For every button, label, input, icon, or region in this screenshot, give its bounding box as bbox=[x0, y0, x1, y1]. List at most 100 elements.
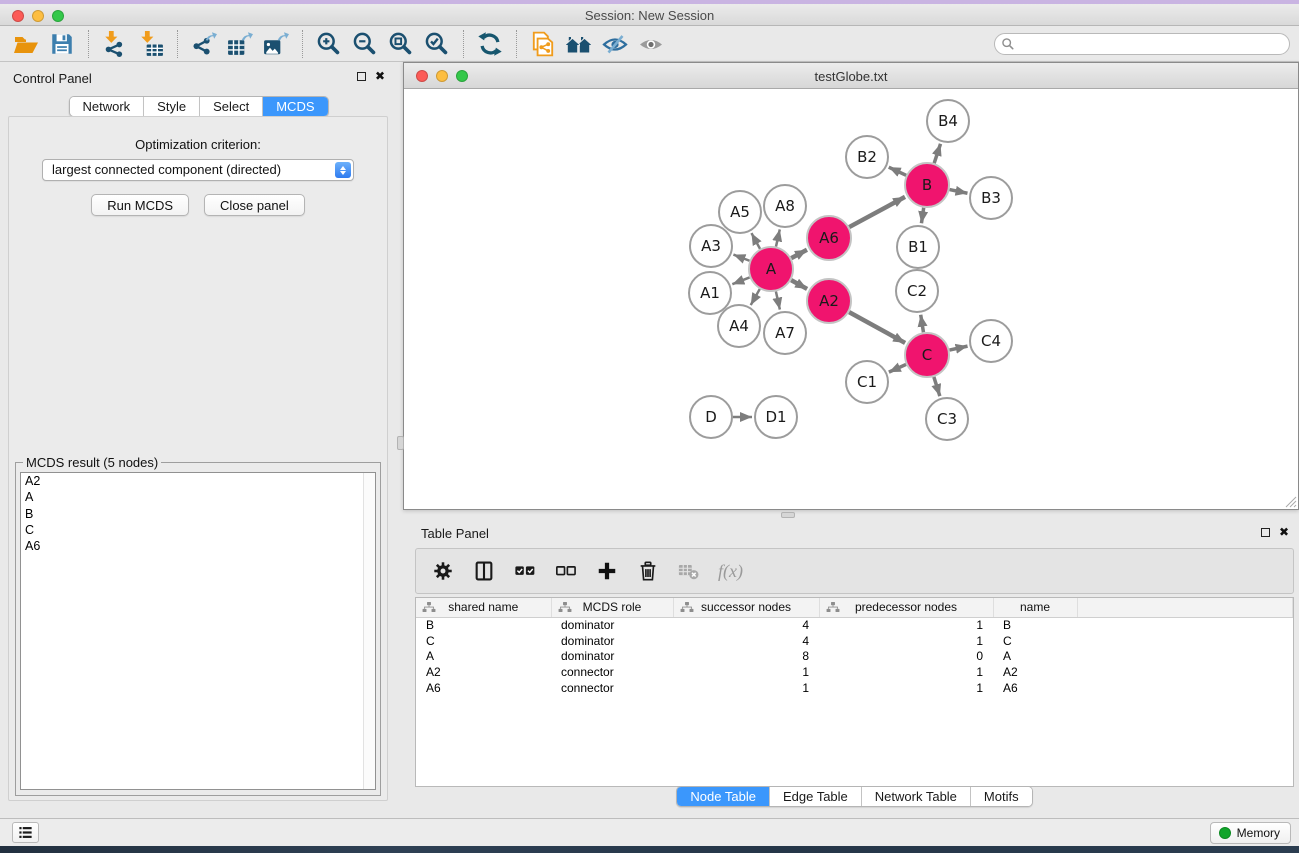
graph-edge-A-A7[interactable] bbox=[776, 291, 780, 309]
close-panel-icon[interactable]: ✖ bbox=[375, 71, 385, 81]
function-builder-button[interactable]: f(x) bbox=[718, 561, 743, 582]
mcds-result-item[interactable]: A bbox=[21, 489, 375, 505]
mcds-result-item[interactable]: B bbox=[21, 506, 375, 522]
graph-node-A4[interactable]: A4 bbox=[718, 305, 760, 347]
graph-edge-A6-B[interactable] bbox=[849, 197, 905, 227]
mcds-result-list[interactable]: A2ABCA6 bbox=[20, 472, 376, 790]
open-session-button[interactable] bbox=[8, 28, 44, 60]
graph-node-A3[interactable]: A3 bbox=[690, 225, 732, 267]
zoom-fit-button[interactable] bbox=[383, 28, 419, 60]
memory-button[interactable]: Memory bbox=[1210, 822, 1291, 844]
add-row-button[interactable] bbox=[595, 559, 619, 583]
graph-node-B1[interactable]: B1 bbox=[897, 226, 939, 268]
show-panels-button[interactable] bbox=[12, 822, 39, 843]
export-table-button[interactable] bbox=[222, 28, 258, 60]
graph-node-D1[interactable]: D1 bbox=[755, 396, 797, 438]
graph-node-A[interactable]: A bbox=[749, 247, 793, 291]
graph-edge-C-C3[interactable] bbox=[934, 377, 940, 396]
search-field[interactable] bbox=[994, 33, 1290, 55]
tab-select[interactable]: Select bbox=[199, 97, 262, 116]
graph-edge-A2-C[interactable] bbox=[849, 312, 905, 343]
graph-edge-A-A1[interactable] bbox=[732, 277, 749, 284]
zoom-selected-button[interactable] bbox=[419, 28, 455, 60]
export-network-button[interactable] bbox=[186, 28, 222, 60]
float-table-panel-icon[interactable] bbox=[1261, 528, 1270, 537]
graph-node-A6[interactable]: A6 bbox=[807, 216, 851, 260]
graph-edge-B-B2[interactable] bbox=[889, 167, 906, 175]
graph-edge-B-B3[interactable] bbox=[950, 190, 968, 194]
graph-node-A2[interactable]: A2 bbox=[807, 279, 851, 323]
vertical-splitter-handle[interactable] bbox=[397, 436, 404, 450]
table-row[interactable]: A6connector11A6 bbox=[416, 680, 1293, 696]
settings-button[interactable] bbox=[431, 559, 455, 583]
float-panel-icon[interactable] bbox=[357, 72, 366, 81]
graph-node-C1[interactable]: C1 bbox=[846, 361, 888, 403]
zoom-out-button[interactable] bbox=[347, 28, 383, 60]
column-header-MCDS-role[interactable]: MCDS role bbox=[551, 598, 673, 617]
hide-selected-button[interactable] bbox=[597, 28, 633, 60]
table-row[interactable]: A2connector11A2 bbox=[416, 664, 1293, 680]
column-header-shared-name[interactable]: shared name bbox=[416, 598, 551, 617]
graph-node-C[interactable]: C bbox=[905, 333, 949, 377]
result-list-scrollbar[interactable] bbox=[363, 473, 375, 789]
graph-node-B4[interactable]: B4 bbox=[927, 100, 969, 142]
graph-edge-A-A8[interactable] bbox=[776, 229, 780, 246]
graph-edge-B-B4[interactable] bbox=[934, 144, 940, 163]
export-image-button[interactable] bbox=[258, 28, 294, 60]
search-input[interactable] bbox=[1015, 35, 1289, 53]
mcds-result-item[interactable]: A2 bbox=[21, 473, 375, 489]
graph-edge-C-C2[interactable] bbox=[921, 315, 924, 333]
graph-node-A8[interactable]: A8 bbox=[764, 185, 806, 227]
tab-style[interactable]: Style bbox=[143, 97, 199, 116]
graph-edge-C-C4[interactable] bbox=[949, 346, 967, 350]
run-mcds-button[interactable]: Run MCDS bbox=[91, 194, 189, 216]
graph-node-A1[interactable]: A1 bbox=[689, 272, 731, 314]
import-table-button[interactable] bbox=[133, 28, 169, 60]
select-all-columns-button[interactable] bbox=[513, 559, 537, 583]
show-columns-button[interactable] bbox=[472, 559, 496, 583]
network-window-titlebar[interactable]: testGlobe.txt bbox=[404, 63, 1298, 89]
graph-edge-B-B1[interactable] bbox=[921, 208, 923, 223]
column-header-successor-nodes[interactable]: successor nodes bbox=[673, 598, 819, 617]
column-header-predecessor-nodes[interactable]: predecessor nodes bbox=[819, 598, 993, 617]
deselect-all-columns-button[interactable] bbox=[554, 559, 578, 583]
graph-edge-A-A6[interactable] bbox=[791, 250, 807, 258]
delete-table-button[interactable] bbox=[677, 559, 701, 583]
column-header-name[interactable]: name bbox=[993, 598, 1077, 617]
close-table-panel-icon[interactable]: ✖ bbox=[1279, 527, 1289, 537]
graph-node-C3[interactable]: C3 bbox=[926, 398, 968, 440]
graph-node-B[interactable]: B bbox=[905, 163, 949, 207]
table-row[interactable]: Cdominator41C bbox=[416, 633, 1293, 649]
graph-node-A7[interactable]: A7 bbox=[764, 312, 806, 354]
graph-node-B2[interactable]: B2 bbox=[846, 136, 888, 178]
table-row[interactable]: Bdominator41B bbox=[416, 617, 1293, 633]
graph-edge-A-A3[interactable] bbox=[733, 255, 749, 261]
import-network-button[interactable] bbox=[97, 28, 133, 60]
resize-grip-icon[interactable] bbox=[1285, 496, 1297, 508]
new-network-from-selection-button[interactable] bbox=[525, 28, 561, 60]
save-session-button[interactable] bbox=[44, 28, 80, 60]
tab-node-table[interactable]: Node Table bbox=[677, 787, 769, 806]
tab-mcds[interactable]: MCDS bbox=[262, 97, 327, 116]
tab-edge-table[interactable]: Edge Table bbox=[769, 787, 861, 806]
zoom-in-button[interactable] bbox=[311, 28, 347, 60]
tab-network-table[interactable]: Network Table bbox=[861, 787, 970, 806]
graph-edge-A-A2[interactable] bbox=[791, 280, 807, 289]
close-panel-button[interactable]: Close panel bbox=[204, 194, 305, 216]
first-neighbors-button[interactable] bbox=[561, 28, 597, 60]
criterion-select[interactable]: largest connected component (directed) bbox=[42, 159, 354, 181]
graph-node-A5[interactable]: A5 bbox=[719, 191, 761, 233]
graph-node-B3[interactable]: B3 bbox=[970, 177, 1012, 219]
tab-network[interactable]: Network bbox=[69, 97, 143, 116]
graph-node-C2[interactable]: C2 bbox=[896, 270, 938, 312]
tab-motifs[interactable]: Motifs bbox=[970, 787, 1032, 806]
graph-node-D[interactable]: D bbox=[690, 396, 732, 438]
table-row[interactable]: Adominator80A bbox=[416, 648, 1293, 664]
graph-edge-A-A5[interactable] bbox=[751, 233, 760, 249]
graph-edge-C-C1[interactable] bbox=[889, 364, 906, 372]
delete-row-button[interactable] bbox=[636, 559, 660, 583]
refresh-button[interactable] bbox=[472, 28, 508, 60]
show-all-button[interactable] bbox=[633, 28, 669, 60]
graph-node-C4[interactable]: C4 bbox=[970, 320, 1012, 362]
mcds-result-item[interactable]: A6 bbox=[21, 538, 375, 554]
